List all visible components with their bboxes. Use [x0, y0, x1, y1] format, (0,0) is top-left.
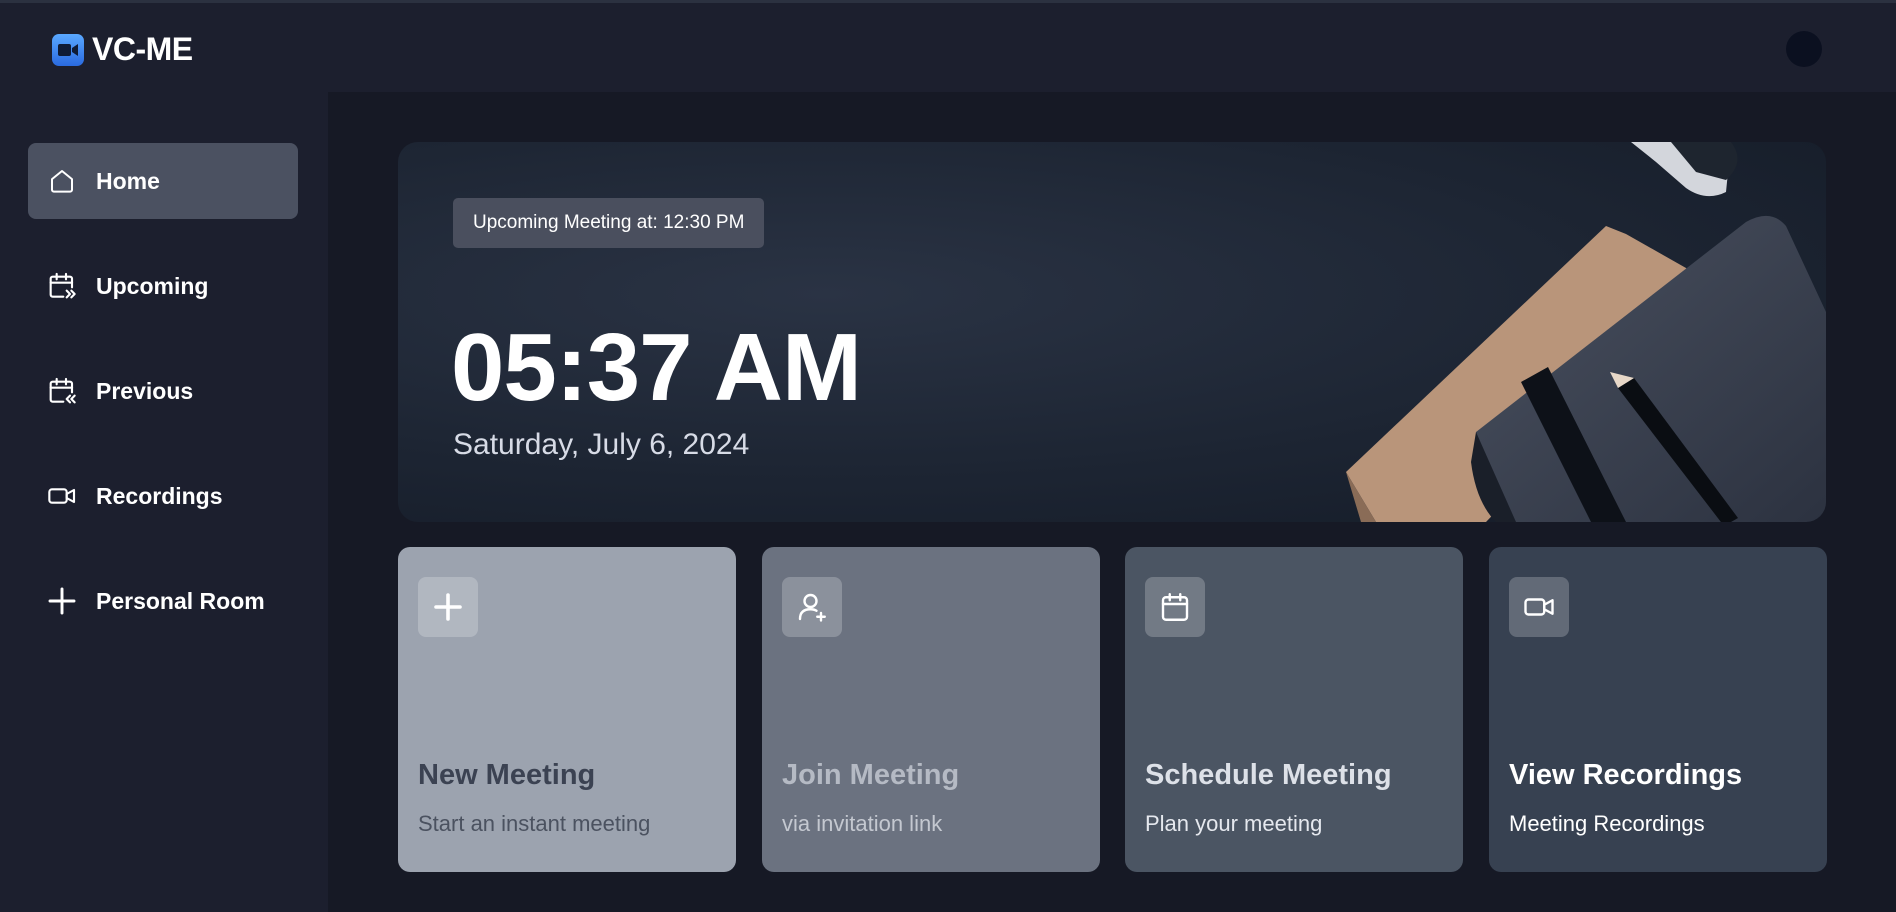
- card-subtitle: Plan your meeting: [1145, 811, 1323, 836]
- desk-notebook-image: [1346, 142, 1826, 522]
- join-meeting-card[interactable]: Join Meeting via invitation link: [762, 547, 1100, 872]
- home-icon: [46, 165, 78, 197]
- card-subtitle: Meeting Recordings: [1509, 811, 1705, 836]
- view-recordings-card[interactable]: View Recordings Meeting Recordings: [1489, 547, 1827, 872]
- sidebar-item-label: Recordings: [96, 482, 223, 509]
- sidebar-item-label: Previous: [96, 377, 194, 404]
- sidebar-item-recordings[interactable]: Recordings: [28, 458, 298, 534]
- sidebar-item-personal-room[interactable]: Personal Room: [28, 563, 298, 639]
- hero-banner: Upcoming Meeting at: 12:30 PM 05:37 AM S…: [398, 142, 1826, 522]
- current-date: Saturday, July 6, 2024: [453, 428, 750, 461]
- calendar-previous-icon: [46, 375, 78, 407]
- sidebar-item-label: Home: [96, 167, 160, 194]
- user-avatar[interactable]: [1786, 31, 1822, 67]
- video-icon: [1509, 577, 1569, 637]
- app-logo[interactable]: VC-ME: [52, 31, 193, 68]
- sidebar-item-home[interactable]: Home: [28, 143, 298, 219]
- video-icon: [46, 480, 78, 512]
- sidebar-item-upcoming[interactable]: Upcoming: [28, 248, 298, 324]
- card-subtitle: Start an instant meeting: [418, 811, 651, 836]
- sidebar-item-previous[interactable]: Previous: [28, 353, 298, 429]
- calendar-icon: [1145, 577, 1205, 637]
- card-title: View Recordings: [1509, 759, 1743, 791]
- app-name: VC-ME: [92, 31, 193, 67]
- upcoming-meeting-badge: Upcoming Meeting at: 12:30 PM: [453, 198, 765, 248]
- sidebar-item-label: Upcoming: [96, 272, 209, 299]
- current-time: 05:37 AM: [451, 314, 862, 421]
- video-camera-logo-icon: [52, 33, 84, 66]
- new-meeting-card[interactable]: New Meeting Start an instant meeting: [398, 547, 736, 872]
- card-subtitle: via invitation link: [782, 811, 943, 836]
- user-plus-icon: [782, 577, 842, 637]
- main-content: Upcoming Meeting at: 12:30 PM 05:37 AM S…: [328, 92, 1896, 912]
- navbar: VC-ME: [0, 3, 1896, 92]
- schedule-meeting-card[interactable]: Schedule Meeting Plan your meeting: [1125, 547, 1463, 872]
- calendar-upcoming-icon: [46, 270, 78, 302]
- plus-icon: [46, 585, 78, 617]
- plus-icon: [418, 577, 478, 637]
- sidebar-item-label: Personal Room: [96, 587, 265, 614]
- sidebar: Home Upcoming Previous Recordings Person…: [0, 92, 328, 912]
- card-title: New Meeting: [418, 759, 596, 791]
- card-title: Join Meeting: [782, 759, 960, 791]
- card-title: Schedule Meeting: [1145, 759, 1392, 791]
